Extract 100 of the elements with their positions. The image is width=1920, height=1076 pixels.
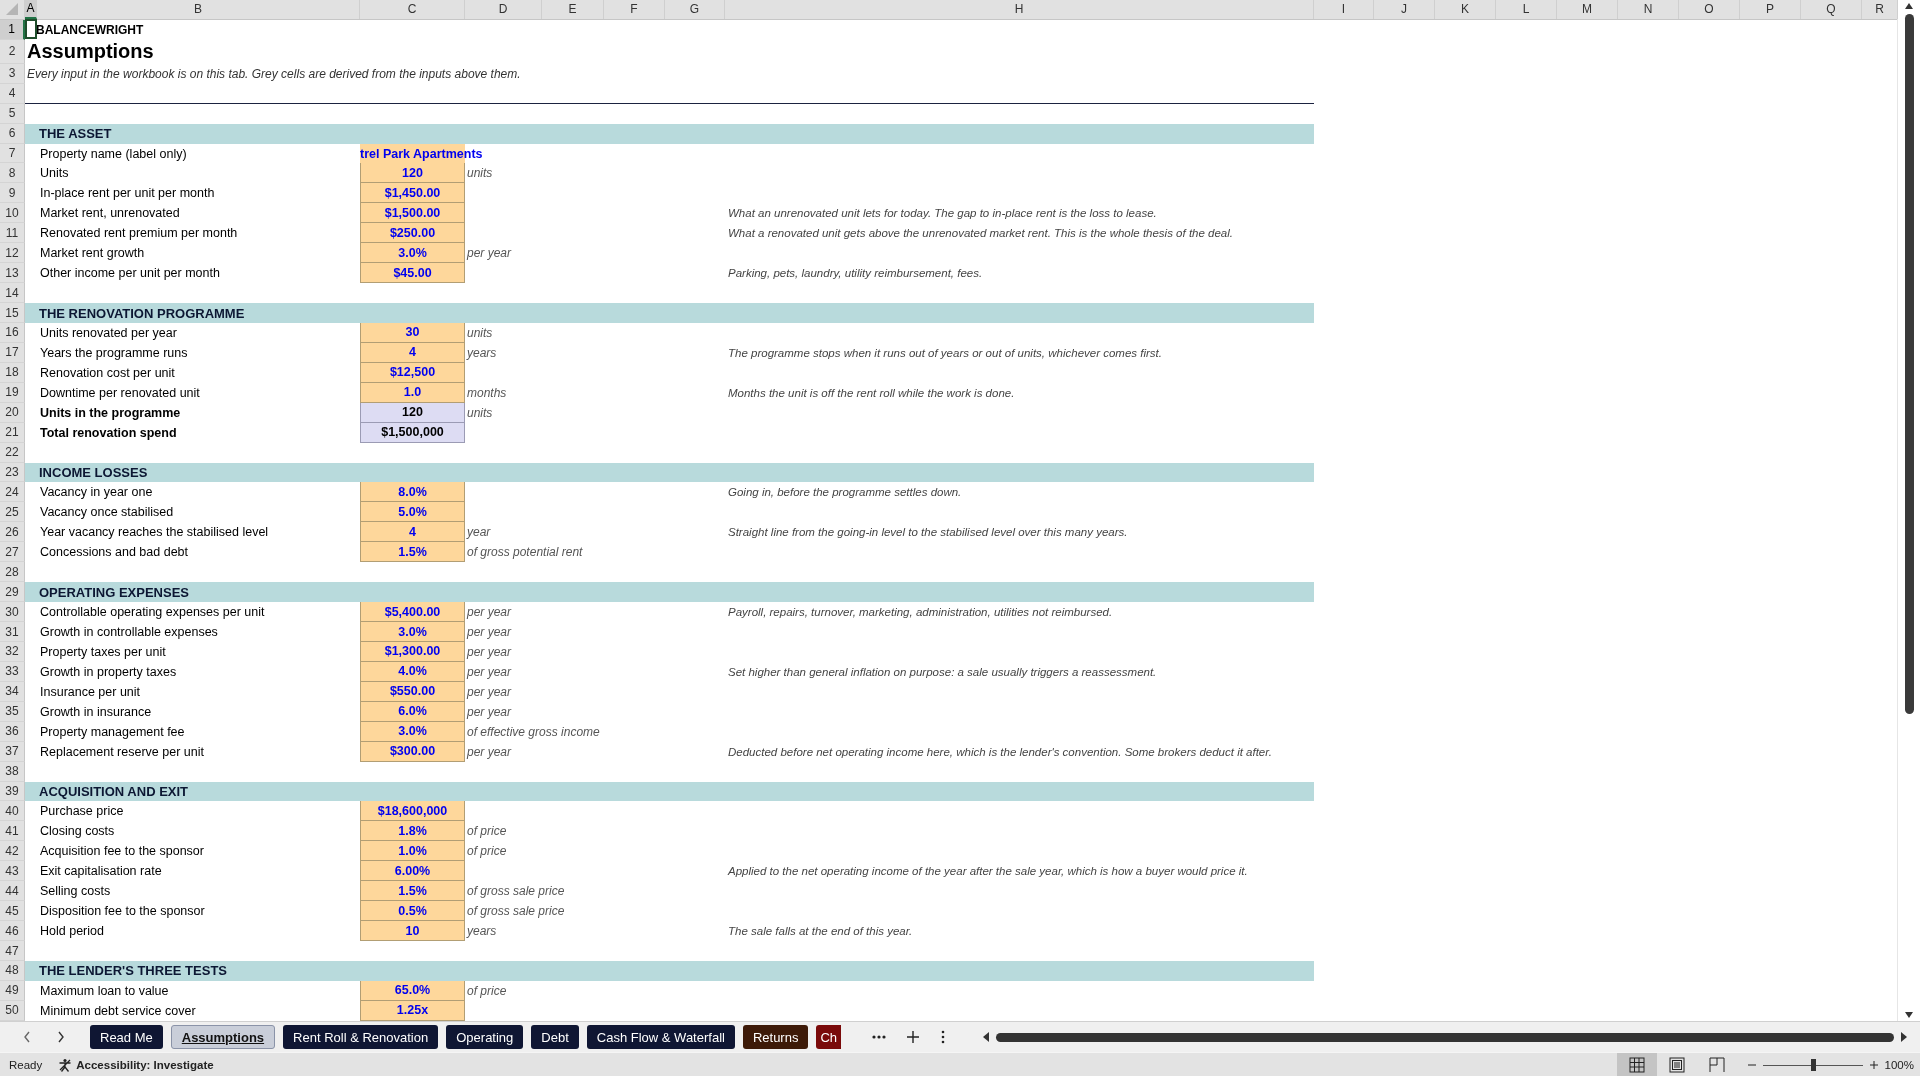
input-cell[interactable]: 1.0 — [360, 382, 465, 403]
column-header[interactable]: L — [1496, 0, 1557, 19]
input-cell[interactable]: 5.0% — [360, 502, 465, 523]
input-cell[interactable]: 30 — [360, 323, 465, 343]
scroll-right-icon[interactable] — [1900, 1031, 1908, 1043]
input-cell[interactable]: 65.0% — [360, 980, 465, 1001]
zoom-level[interactable]: 100% — [1884, 1058, 1914, 1071]
row-header[interactable]: 18 — [0, 362, 25, 383]
input-cell[interactable]: 1.0% — [360, 841, 465, 862]
row-header[interactable]: 31 — [0, 622, 25, 642]
input-cell[interactable]: $45.00 — [360, 263, 465, 284]
input-cell[interactable]: 1.5% — [360, 542, 465, 563]
row-header[interactable]: 23 — [0, 462, 25, 483]
row-header[interactable]: 28 — [0, 562, 25, 583]
row-header[interactable]: 26 — [0, 522, 25, 543]
input-cell[interactable]: $12,500 — [360, 362, 465, 383]
row-header[interactable]: 37 — [0, 741, 25, 762]
input-cell[interactable]: 3.0% — [360, 622, 465, 642]
row-header[interactable]: 21 — [0, 422, 25, 443]
row-header[interactable]: 14 — [0, 283, 25, 304]
sheet-tab[interactable]: Ch — [816, 1025, 842, 1049]
row-header[interactable]: 41 — [0, 821, 25, 842]
row-header[interactable]: 43 — [0, 861, 25, 882]
row-header[interactable]: 45 — [0, 901, 25, 922]
input-cell[interactable]: 4 — [360, 522, 465, 543]
row-header[interactable]: 16 — [0, 323, 25, 343]
input-cell[interactable]: 3.0% — [360, 721, 465, 742]
column-header[interactable]: E — [542, 0, 604, 19]
row-header[interactable]: 4 — [0, 83, 25, 104]
sheet-tab[interactable]: Operating — [446, 1025, 524, 1049]
more-icon[interactable] — [872, 1034, 886, 1040]
row-header[interactable]: 13 — [0, 263, 25, 284]
row-header[interactable]: 35 — [0, 701, 25, 722]
input-cell[interactable]: $5,400.00 — [360, 602, 465, 623]
row-header[interactable]: 8 — [0, 163, 25, 184]
sheet-tab[interactable]: Debt — [531, 1025, 579, 1049]
row-header[interactable]: 24 — [0, 482, 25, 503]
row-header[interactable]: 27 — [0, 542, 25, 563]
derived-cell[interactable]: $1,500,000 — [360, 422, 465, 443]
row-header[interactable]: 17 — [0, 342, 25, 363]
row-header[interactable]: 11 — [0, 223, 25, 244]
input-cell[interactable]: 120 — [360, 163, 465, 184]
row-header[interactable]: 9 — [0, 183, 25, 204]
sheet-tab[interactable]: Cash Flow & Waterfall — [586, 1025, 735, 1049]
row-header[interactable]: 33 — [0, 661, 25, 682]
input-cell[interactable]: 1.25x — [360, 1000, 465, 1021]
row-header[interactable]: 1 — [0, 19, 25, 40]
row-header[interactable]: 10 — [0, 203, 25, 224]
column-header[interactable]: P — [1740, 0, 1801, 19]
input-cell[interactable]: 4.0% — [360, 661, 465, 682]
accessibility-status[interactable]: Accessibility: Investigate — [76, 1058, 214, 1071]
chevron-right-icon[interactable] — [56, 1030, 66, 1044]
input-cell[interactable]: 1.5% — [360, 881, 465, 902]
add-icon[interactable] — [906, 1030, 920, 1044]
row-header[interactable]: 25 — [0, 502, 25, 523]
input-cell[interactable]: 6.00% — [360, 861, 465, 882]
input-cell[interactable]: 10 — [360, 921, 465, 942]
scroll-left-icon[interactable] — [982, 1031, 990, 1043]
input-cell[interactable]: $1,300.00 — [360, 642, 465, 662]
vertical-dots-icon[interactable] — [940, 1030, 946, 1044]
column-header[interactable]: I — [1314, 0, 1374, 19]
derived-cell[interactable]: 120 — [360, 402, 465, 423]
row-header[interactable]: 22 — [0, 442, 25, 463]
column-header[interactable]: H — [725, 0, 1314, 19]
row-header[interactable]: 38 — [0, 761, 25, 782]
column-header[interactable]: M — [1557, 0, 1618, 19]
column-header[interactable]: C — [360, 0, 465, 19]
sheet-tab[interactable]: Rent Roll & Renovation — [283, 1025, 439, 1049]
input-cell[interactable]: 8.0% — [360, 482, 465, 503]
row-header[interactable]: 48 — [0, 961, 25, 981]
input-cell[interactable]: 3.0% — [360, 243, 465, 264]
row-header[interactable]: 5 — [0, 103, 25, 124]
input-cell[interactable]: $300.00 — [360, 741, 465, 762]
row-header[interactable]: 3 — [0, 63, 25, 84]
row-header[interactable]: 46 — [0, 921, 25, 942]
column-header[interactable]: O — [1679, 0, 1740, 19]
row-header[interactable]: 12 — [0, 243, 25, 264]
scrollbar-thumb[interactable] — [996, 1032, 1894, 1042]
column-header[interactable]: J — [1374, 0, 1435, 19]
column-header[interactable]: F — [604, 0, 665, 19]
sheet-tab[interactable]: Returns — [742, 1025, 809, 1049]
input-cell[interactable]: $1,500.00 — [360, 203, 465, 224]
input-cell[interactable]: $550.00 — [360, 681, 465, 702]
input-cell[interactable]: 4 — [360, 342, 465, 363]
input-cell[interactable]: 1.8% — [360, 821, 465, 842]
row-header[interactable]: 39 — [0, 781, 25, 802]
zoom-in-icon[interactable] — [1868, 1059, 1879, 1070]
view-button[interactable] — [1616, 1053, 1657, 1076]
row-header[interactable]: 29 — [0, 582, 25, 603]
row-header[interactable]: 36 — [0, 721, 25, 742]
column-header[interactable]: G — [665, 0, 725, 19]
input-cell[interactable]: 6.0% — [360, 701, 465, 722]
row-header[interactable]: 30 — [0, 602, 25, 623]
column-header[interactable]: A — [25, 0, 37, 19]
row-header[interactable]: 20 — [0, 402, 25, 423]
row-header[interactable]: 42 — [0, 841, 25, 862]
column-header[interactable]: D — [465, 0, 542, 19]
row-header[interactable]: 7 — [0, 143, 25, 164]
scrollbar-thumb[interactable] — [1904, 14, 1914, 714]
row-header[interactable]: 15 — [0, 303, 25, 323]
